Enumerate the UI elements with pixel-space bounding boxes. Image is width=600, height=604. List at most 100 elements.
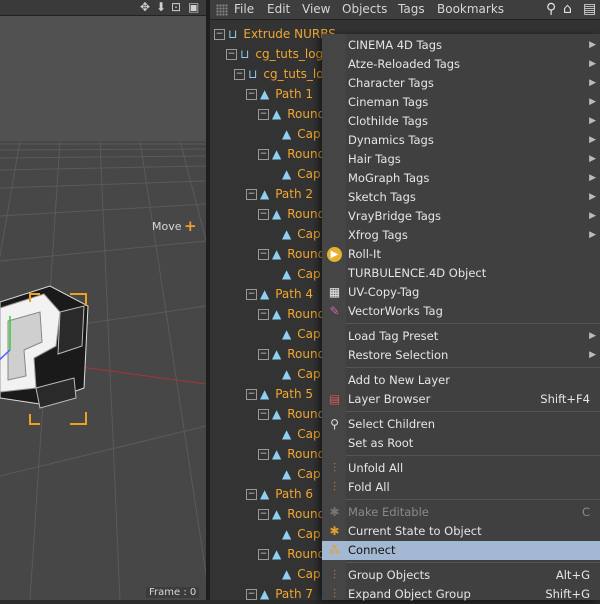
menu-edit[interactable]: Edit (267, 2, 290, 17)
layer-browser-icon: ▤ (328, 392, 341, 406)
spline-path-icon: ▲ (272, 247, 282, 261)
menu-item-hair-tags[interactable]: Hair Tags ▶ (322, 150, 600, 169)
menu-item-connect[interactable]: ⁂ Connect (322, 541, 600, 560)
collapse-icon[interactable]: − (258, 408, 269, 420)
menu-item-unfold-all[interactable]: ⫶ Unfold All (322, 459, 600, 478)
tree-row[interactable]: − ⊔ Extrude NURBS (214, 24, 336, 44)
menu-item-set-as-root[interactable]: Set as Root (322, 434, 600, 453)
menu-item-group-objects[interactable]: ⫶ Group Objects Alt+G (322, 566, 600, 585)
frame-counter: Frame : 0 (146, 587, 200, 598)
down-arrow-icon[interactable]: ⬇ (156, 1, 166, 14)
collapse-icon[interactable]: − (258, 548, 269, 560)
collapse-icon[interactable]: − (258, 108, 269, 120)
menu-item-current-state-to-object[interactable]: ✱ Current State to Object (322, 522, 600, 541)
collapse-icon[interactable]: − (258, 308, 269, 320)
search-icon[interactable]: ⚲ (546, 1, 556, 17)
tree-row[interactable]: − ⊔ cg_tuts_lo (234, 64, 324, 84)
menu-file[interactable]: File (234, 2, 254, 17)
tree-row[interactable]: − ▲ Round (258, 204, 325, 224)
collapse-icon[interactable]: − (258, 248, 269, 260)
menu-item-atze-reloaded-tags[interactable]: Atze-Reloaded Tags ▶ (322, 55, 600, 74)
menu-item-character-tags[interactable]: Character Tags ▶ (322, 74, 600, 93)
tree-row[interactable]: ▲ Cap (282, 164, 321, 184)
roll-it-icon: ▶ (327, 247, 342, 262)
tree-row[interactable]: − ▲ Round (258, 244, 325, 264)
vectorworks-icon: ✎ (329, 304, 340, 318)
grip-icon[interactable] (216, 4, 228, 16)
tree-row[interactable]: − ▲ Round (258, 504, 325, 524)
menu-view[interactable]: View (302, 2, 330, 17)
tree-row[interactable]: ▲ Cap (282, 124, 321, 144)
menu-item-clothilde-tags[interactable]: Clothilde Tags ▶ (322, 112, 600, 131)
tree-row[interactable]: − ▲ Round (258, 144, 325, 164)
collapse-icon[interactable]: − (258, 148, 269, 160)
tree-row[interactable]: ▲ Cap (282, 424, 321, 444)
tree-row[interactable]: ▲ Cap (282, 564, 321, 584)
home-icon[interactable]: ⌂ (563, 1, 572, 17)
collapse-icon[interactable]: − (214, 28, 225, 40)
make-editable-icon: ✱ (329, 505, 340, 519)
tree-row[interactable]: − ▲ Round (258, 404, 325, 424)
menu-item-cinema4d-tags[interactable]: CINEMA 4D Tags ▶ (322, 36, 600, 55)
tree-row[interactable]: − ▲ Path 1 (246, 84, 313, 104)
tree-row[interactable]: ▲ Cap (282, 324, 321, 344)
tree-row[interactable]: − ▲ Round (258, 544, 325, 564)
tree-row[interactable]: − ▲ Path 4 (246, 284, 313, 304)
collapse-icon[interactable]: − (246, 488, 257, 500)
collapse-icon[interactable]: − (246, 388, 257, 400)
tree-row[interactable]: ▲ Cap (282, 464, 321, 484)
menu-item-expand-object-group[interactable]: ⫶ Expand Object Group Shift+G (322, 585, 600, 604)
collapse-icon[interactable]: − (246, 588, 257, 600)
menu-item-layer-browser[interactable]: ▤ Layer Browser Shift+F4 (322, 390, 600, 409)
tree-row[interactable]: − ▲ Round (258, 304, 325, 324)
menu-item-turbulence4d-object[interactable]: TURBULENCE.4D Object (322, 264, 600, 283)
tree-row[interactable]: − ▲ Path 2 (246, 184, 313, 204)
tree-row[interactable]: ▲ Cap (282, 264, 321, 284)
tree-row[interactable]: ▲ Cap (282, 224, 321, 244)
menu-tags[interactable]: Tags (398, 2, 425, 17)
collapse-icon[interactable]: − (258, 348, 269, 360)
collapse-icon[interactable]: − (258, 448, 269, 460)
menu-item-fold-all[interactable]: ⫶ Fold All (322, 478, 600, 497)
tree-row[interactable]: − ▲ Round (258, 104, 325, 124)
collapse-icon[interactable]: − (258, 208, 269, 220)
menu-item-mograph-tags[interactable]: MoGraph Tags ▶ (322, 169, 600, 188)
fullscreen-icon[interactable]: ⊡ (171, 1, 181, 14)
menu-item-select-children[interactable]: ⚲ Select Children (322, 415, 600, 434)
menu-item-restore-selection[interactable]: Restore Selection ▶ (322, 346, 600, 365)
collapse-icon[interactable]: − (246, 188, 257, 200)
menu-item-vectorworks-tag[interactable]: ✎ VectorWorks Tag (322, 302, 600, 321)
tree-row[interactable]: − ▲ Round (258, 344, 325, 364)
menu-item-dynamics-tags[interactable]: Dynamics Tags ▶ (322, 131, 600, 150)
menu-item-vraybridge-tags[interactable]: VrayBridge Tags ▶ (322, 207, 600, 226)
menu-item-roll-it[interactable]: ▶ Roll-It (322, 245, 600, 264)
submenu-arrow-icon: ▶ (589, 78, 596, 88)
layers-icon[interactable]: ▤ (583, 1, 596, 17)
3d-viewport[interactable]: ✥ ⬇ ⊡ ▣ Move + Frame: 0 (0, 0, 206, 600)
menu-separator (346, 562, 600, 563)
tree-row[interactable]: ▲ Cap (282, 364, 321, 384)
menu-item-sketch-tags[interactable]: Sketch Tags ▶ (322, 188, 600, 207)
move-arrows-icon[interactable]: ✥ (140, 1, 150, 14)
collapse-icon[interactable]: − (234, 68, 245, 80)
menu-item-add-to-new-layer[interactable]: Add to New Layer (322, 371, 600, 390)
collapse-icon[interactable]: − (246, 88, 257, 100)
menu-objects[interactable]: Objects (342, 2, 387, 17)
layout-icon[interactable]: ▣ (188, 1, 199, 14)
tree-row[interactable]: − ▲ Path 5 (246, 384, 313, 404)
collapse-icon[interactable]: − (258, 508, 269, 520)
spline-path-icon: ▲ (260, 87, 270, 101)
tree-row[interactable]: − ▲ Path 6 (246, 484, 313, 504)
menu-item-cineman-tags[interactable]: Cineman Tags ▶ (322, 93, 600, 112)
select-children-icon: ⚲ (330, 417, 339, 431)
tree-row[interactable]: − ⊔ cg_tuts_logo (226, 44, 331, 64)
collapse-icon[interactable]: − (226, 48, 237, 60)
tree-row[interactable]: − ▲ Round (258, 444, 325, 464)
menu-item-xfrog-tags[interactable]: Xfrog Tags ▶ (322, 226, 600, 245)
menu-bookmarks[interactable]: Bookmarks (437, 2, 504, 17)
menu-item-uv-copy-tag[interactable]: ▦ UV-Copy-Tag (322, 283, 600, 302)
tree-row[interactable]: − ▲ Path 7 (246, 584, 313, 604)
menu-item-load-tag-preset[interactable]: Load Tag Preset ▶ (322, 327, 600, 346)
collapse-icon[interactable]: − (246, 288, 257, 300)
tree-row[interactable]: ▲ Cap (282, 524, 321, 544)
